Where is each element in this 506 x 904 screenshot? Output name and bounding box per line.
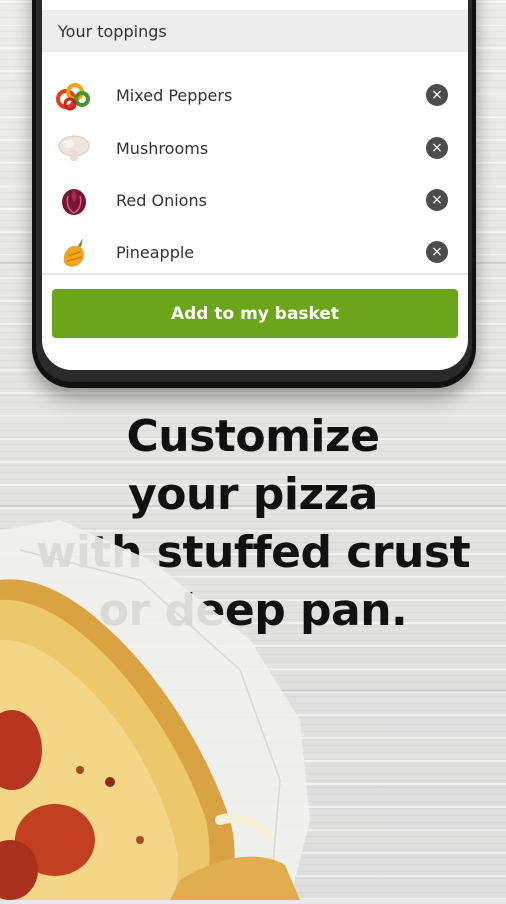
headline-line: your pizza [128,469,378,520]
pizza-image [0,520,506,901]
close-icon: × [431,244,443,260]
close-icon: × [431,140,443,156]
remove-topping-button[interactable]: × [426,84,448,106]
topping-label: Pineapple [116,242,195,262]
topping-row-pineapple: Pineapple × [42,226,468,278]
mushroom-icon [56,130,92,166]
remove-topping-button[interactable]: × [426,137,448,159]
headline-line: Customize [126,411,380,462]
topping-label: Mushrooms [116,138,209,158]
close-icon: × [431,87,443,103]
add-to-basket-button[interactable]: Add to my basket [52,289,458,338]
topping-row-red-onions: Red Onions × [42,174,468,226]
divider [42,273,468,275]
remove-topping-button[interactable]: × [426,241,448,263]
topping-row-mixed-peppers: Mixed Peppers × [42,69,468,121]
topping-label: Red Onions [116,190,207,210]
topping-row-mushrooms: Mushrooms × [42,122,468,174]
toppings-section-header: Your toppings [42,10,468,52]
topping-label: Mixed Peppers [116,85,233,105]
mixed-peppers-icon [56,77,92,113]
red-onion-icon [56,182,92,218]
phone-screen: Your toppings Mixed Peppers × Mushrooms … [42,0,468,370]
close-icon: × [431,192,443,208]
remove-topping-button[interactable]: × [426,189,448,211]
pineapple-icon [56,234,92,270]
